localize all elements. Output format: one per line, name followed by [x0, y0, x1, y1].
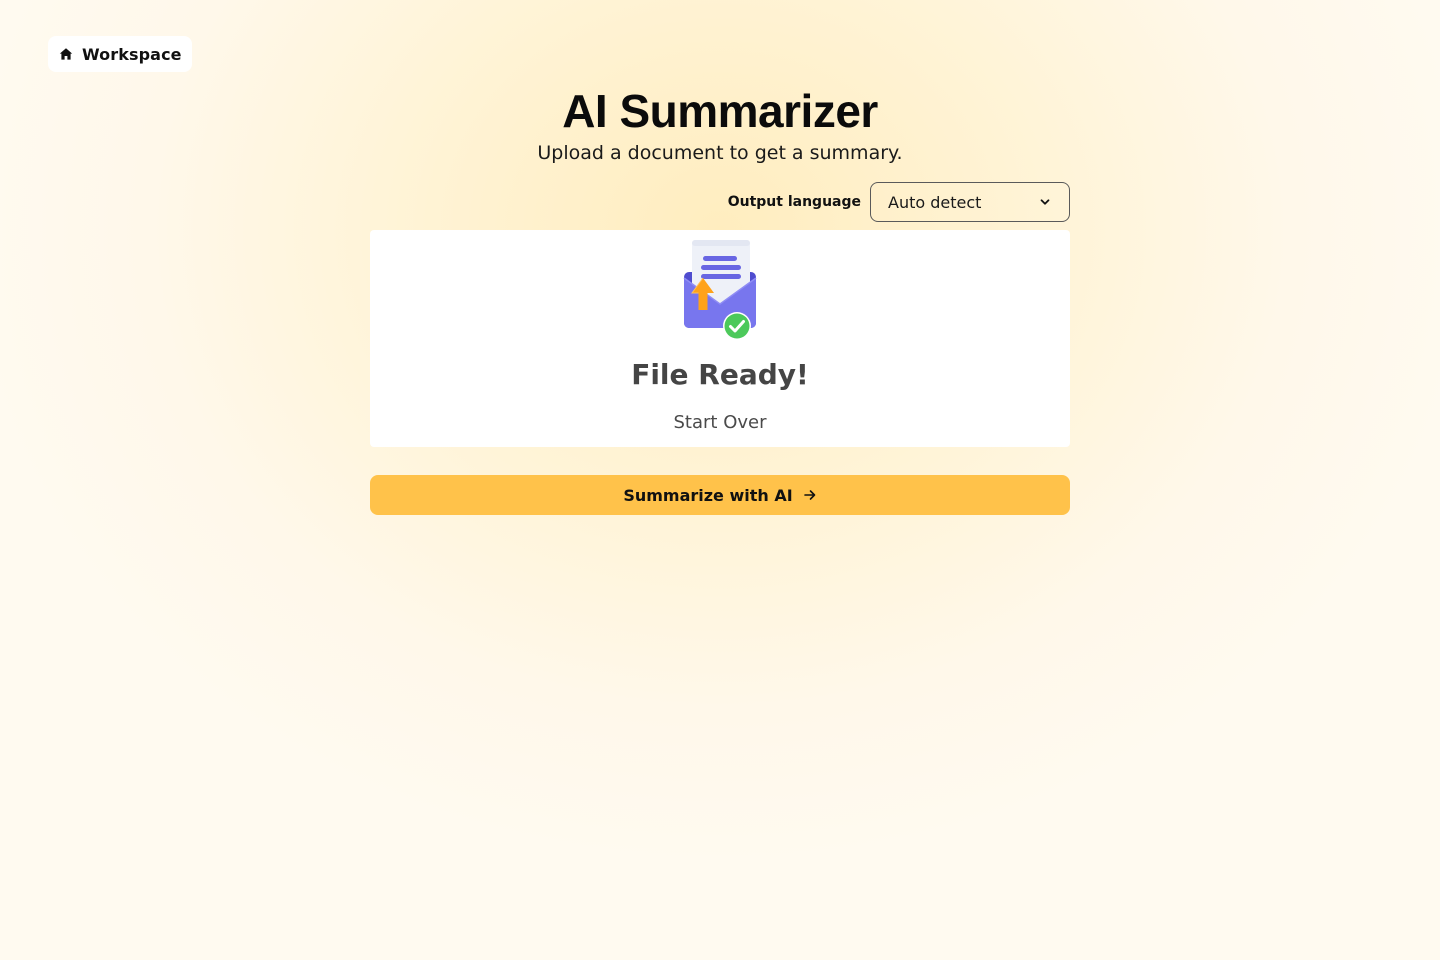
output-language-value: Auto detect: [888, 192, 982, 212]
page-subtitle: Upload a document to get a summary.: [537, 142, 903, 164]
page-title: AI Summarizer: [562, 85, 878, 137]
start-over-link[interactable]: Start Over: [660, 412, 780, 433]
home-icon: [58, 46, 74, 62]
workspace-label: Workspace: [82, 44, 182, 64]
file-ready-status: File Ready!: [631, 358, 809, 391]
upload-dropzone[interactable]: File Ready! Start Over: [370, 230, 1070, 447]
file-upload-success-icon: [683, 238, 759, 342]
output-language-row: Output language Auto detect: [728, 182, 1070, 222]
output-language-label: Output language: [727, 194, 861, 210]
summarize-button-label: Summarize with AI: [623, 485, 793, 505]
summarize-button[interactable]: Summarize with AI: [370, 475, 1070, 515]
output-language-select[interactable]: Auto detect: [870, 182, 1070, 222]
arrow-right-icon: [803, 488, 817, 502]
workspace-home-button[interactable]: Workspace: [48, 36, 192, 72]
chevron-down-icon: [1039, 196, 1051, 208]
